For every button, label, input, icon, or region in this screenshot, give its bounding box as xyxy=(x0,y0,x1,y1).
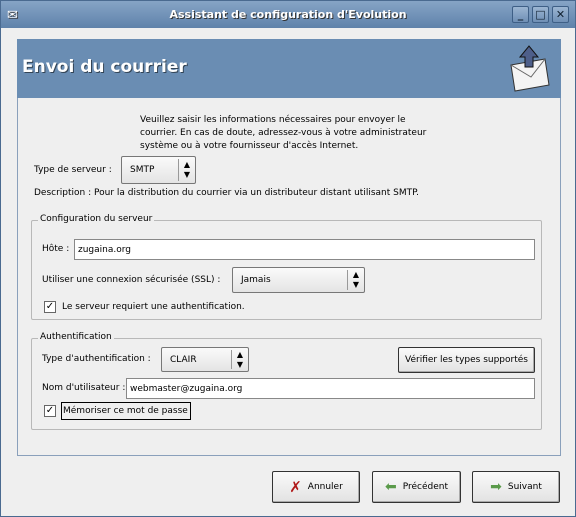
up-down-arrows-icon: ▲ ▼ xyxy=(231,350,248,369)
ssl-select[interactable]: Jamais ▲ ▼ xyxy=(232,267,365,293)
intro-line: Veuillez saisir les informations nécessa… xyxy=(140,115,406,125)
intro-line: système ou à votre fournisseur d'accès I… xyxy=(140,141,359,151)
previous-button[interactable]: ⬅ Précédent xyxy=(372,471,461,503)
server-type-label: Type de serveur : xyxy=(34,165,112,175)
next-label: Suivant xyxy=(507,482,542,492)
username-input[interactable] xyxy=(126,378,535,399)
username-label: Nom d'utilisateur : xyxy=(42,383,126,393)
window-title: Assistant de configuration d'Evolution xyxy=(169,8,407,21)
minimize-button[interactable]: _ xyxy=(512,6,529,23)
auth-type-label: Type d'authentification : xyxy=(42,354,151,364)
remember-password-label[interactable]: Mémoriser ce mot de passe xyxy=(61,402,191,420)
intro-line: courrier. En cas de doute, adressez-vous… xyxy=(140,128,427,138)
arrow-left-icon: ⬅ xyxy=(384,479,397,495)
ssl-value: Jamais xyxy=(241,275,271,285)
previous-label: Précédent xyxy=(402,482,448,492)
title-bar[interactable]: ✉ Assistant de configuration d'Evolution… xyxy=(1,1,575,28)
ssl-label: Utiliser une connexion sécurisée (SSL) : xyxy=(42,275,221,285)
close-button[interactable]: ✕ xyxy=(552,6,569,23)
cancel-x-icon: ✗ xyxy=(289,478,302,496)
intro-text: Veuillez saisir les informations nécessa… xyxy=(140,114,426,153)
cancel-label: Annuler xyxy=(307,482,343,492)
page-header: Envoi du courrier xyxy=(17,39,561,98)
server-type-value: SMTP xyxy=(130,165,155,175)
remember-password-checkbox[interactable]: ✓ xyxy=(44,405,56,417)
up-down-arrows-icon: ▲ ▼ xyxy=(178,159,195,181)
window: ✉ Assistant de configuration d'Evolution… xyxy=(0,0,576,517)
next-button[interactable]: ➡ Suivant xyxy=(472,471,560,503)
auth-required-checkbox[interactable]: ✓ xyxy=(44,301,56,313)
host-input[interactable] xyxy=(74,239,535,260)
auth-type-value: CLAIR xyxy=(170,354,197,365)
check-supported-types-label: Vérifier les types supportés xyxy=(405,355,528,365)
server-type-select[interactable]: SMTP ▲ ▼ xyxy=(121,156,196,184)
page-title: Envoi du courrier xyxy=(22,57,187,77)
up-down-arrows-icon: ▲ ▼ xyxy=(347,270,364,290)
check-supported-types-button[interactable]: Vérifier les types supportés xyxy=(398,347,535,373)
cancel-button[interactable]: ✗ Annuler xyxy=(272,471,360,503)
app-mail-icon: ✉ xyxy=(7,8,18,23)
mail-send-icon xyxy=(510,45,550,92)
maximize-button[interactable]: □ xyxy=(532,6,549,23)
auth-title: Authentification xyxy=(38,332,114,342)
arrow-right-icon: ➡ xyxy=(490,479,502,495)
auth-type-select[interactable]: CLAIR ▲ ▼ xyxy=(161,347,249,372)
auth-required-label[interactable]: Le serveur requiert une authentification… xyxy=(62,302,245,312)
host-label: Hôte : xyxy=(42,244,70,254)
description-text: Description : Pour la distribution du co… xyxy=(34,188,419,198)
server-config-title: Configuration du serveur xyxy=(38,214,155,224)
